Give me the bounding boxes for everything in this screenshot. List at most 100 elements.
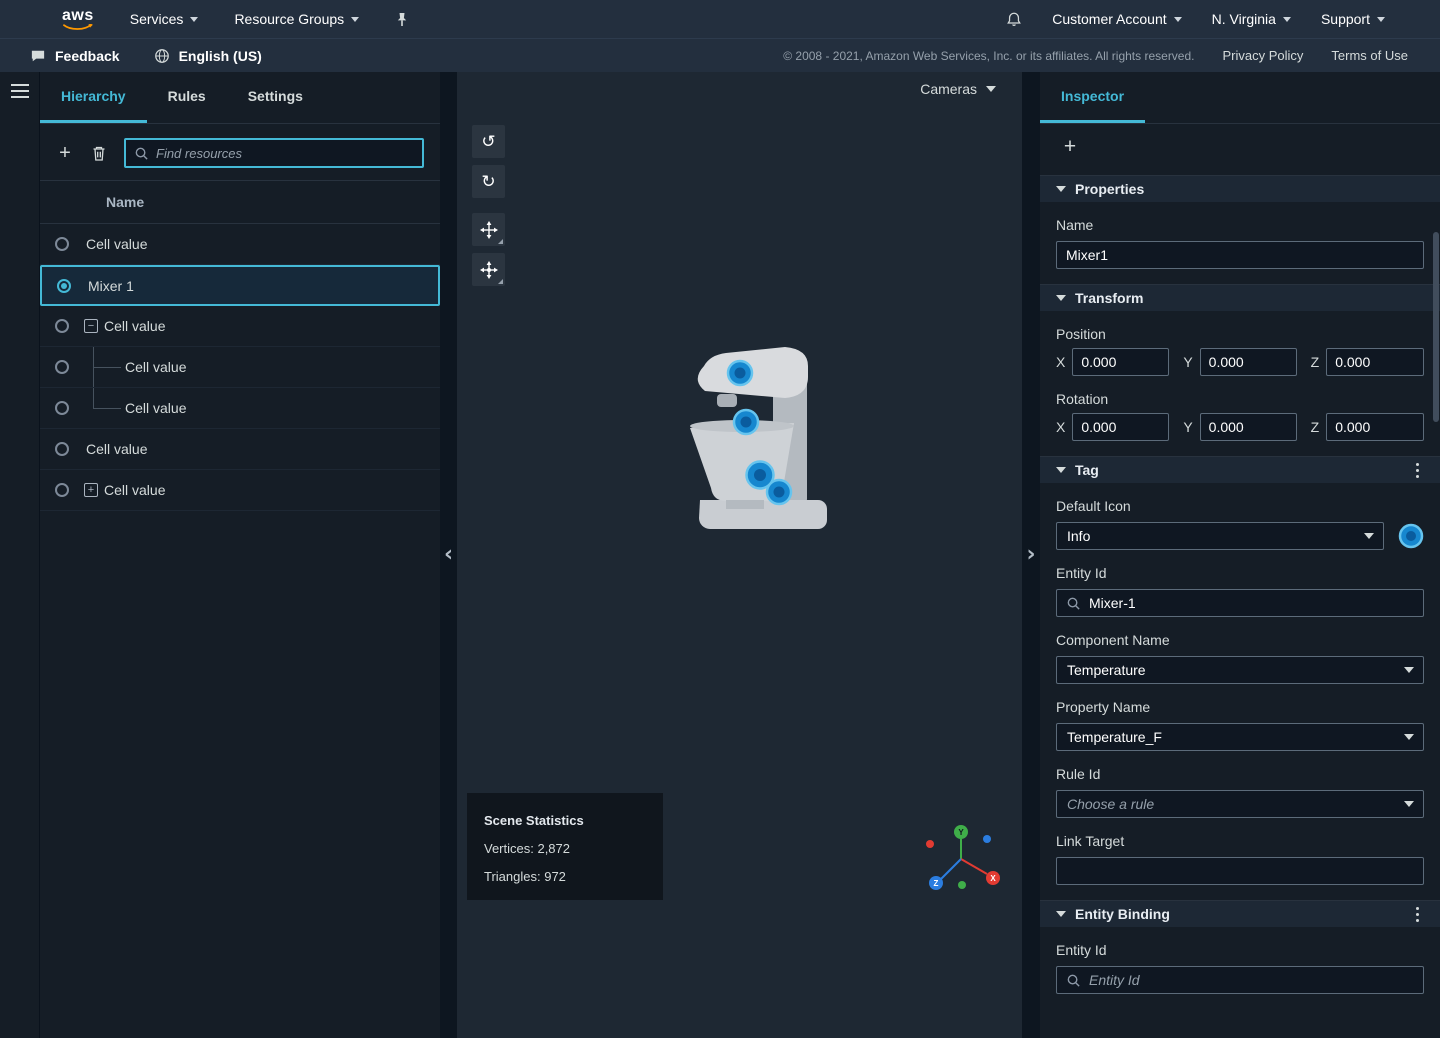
radio-button[interactable] (55, 442, 69, 456)
find-resources-input[interactable] (156, 146, 414, 161)
tab-hierarchy[interactable]: Hierarchy (40, 72, 147, 123)
tag-anchor-icon[interactable] (767, 480, 791, 504)
delete-resource-button[interactable] (84, 138, 114, 168)
radio-button[interactable] (55, 401, 69, 415)
rule-id-field: Rule Id Choose a rule (1056, 766, 1424, 818)
axis-gizmo[interactable]: Y X Z (919, 824, 1003, 898)
radio-button[interactable] (55, 360, 69, 374)
section-collapse-icon (1056, 295, 1066, 301)
property-name-select[interactable]: Temperature_F (1056, 723, 1424, 751)
pin-icon[interactable] (395, 12, 409, 27)
rotation-x-input[interactable] (1072, 413, 1169, 441)
redo-button[interactable]: ↻ (472, 165, 505, 198)
tree-row-child[interactable]: Cell value (40, 347, 440, 388)
radio-button[interactable] (55, 483, 69, 497)
tree-row[interactable]: Cell value (40, 224, 440, 265)
expand-node-icon[interactable]: + (84, 483, 98, 497)
rotation-z-input[interactable] (1326, 413, 1424, 441)
mixer-3d-model[interactable] (670, 340, 840, 540)
nav-region-selector[interactable]: N. Virginia (1212, 11, 1291, 27)
radio-button[interactable] (55, 319, 69, 333)
scene-3d-viewport[interactable]: Cameras ↺ ↻ (457, 72, 1022, 1038)
axis-neg-y-dot[interactable] (958, 881, 966, 889)
rotation-z-label: Z (1311, 419, 1320, 435)
nav-support-menu[interactable]: Support (1321, 11, 1385, 27)
axis-neg-x-dot[interactable] (926, 840, 934, 848)
tree-row[interactable]: − Cell value (40, 306, 440, 347)
position-x-input[interactable] (1072, 348, 1169, 376)
default-icon-row: Info (1056, 522, 1424, 550)
privacy-policy-link[interactable]: Privacy Policy (1223, 48, 1304, 63)
tag-entity-id-input[interactable] (1089, 595, 1414, 611)
axis-y-handle[interactable]: Y (954, 825, 968, 839)
add-component-button[interactable]: + (1057, 134, 1083, 160)
name-input[interactable] (1056, 241, 1424, 269)
svg-text:Z: Z (934, 879, 939, 888)
feedback-button[interactable]: Feedback (30, 48, 120, 64)
find-resources-search[interactable] (124, 138, 424, 168)
axis-neg-z-dot[interactable] (983, 835, 991, 843)
tab-settings[interactable]: Settings (227, 72, 324, 123)
entity-binding-menu-kebab-icon[interactable] (1410, 906, 1424, 922)
hierarchy-tree: Cell value Mixer 1 − Cell value Cell val… (40, 224, 440, 1038)
pan-arrows-icon (480, 261, 498, 279)
panel-divider-left: ‹ (440, 72, 457, 1038)
tag-anchor-icon[interactable] (728, 361, 752, 385)
position-y-input[interactable] (1200, 348, 1297, 376)
inspector-scrollbar[interactable] (1433, 232, 1439, 422)
component-name-select[interactable]: Temperature (1056, 656, 1424, 684)
undo-button[interactable]: ↺ (472, 125, 505, 158)
radio-button[interactable] (55, 237, 69, 251)
chevron-down-icon (1404, 734, 1414, 740)
tree-row[interactable]: + Cell value (40, 470, 440, 511)
properties-section-header[interactable]: Properties (1040, 175, 1440, 202)
nav-resource-groups[interactable]: Resource Groups (234, 11, 359, 27)
tab-inspector-label: Inspector (1061, 88, 1124, 104)
language-selector[interactable]: English (US) (154, 48, 262, 64)
transform-section-title: Transform (1075, 290, 1143, 306)
aws-logo[interactable]: aws (62, 8, 94, 31)
binding-entity-id-input[interactable] (1089, 972, 1414, 988)
tree-row-selected[interactable]: Mixer 1 (40, 265, 440, 306)
translate-tool-button[interactable] (472, 213, 505, 246)
nav-services[interactable]: Services (130, 11, 199, 27)
chevron-down-icon (1283, 17, 1291, 22)
pan-tool-button[interactable] (472, 253, 505, 286)
search-icon (1066, 973, 1081, 988)
vertices-stat: Vertices: 2,872 (484, 841, 663, 856)
tree-row-child[interactable]: Cell value (40, 388, 440, 429)
collapse-node-icon[interactable]: − (84, 319, 98, 333)
add-resource-button[interactable]: + (50, 138, 80, 168)
tag-menu-kebab-icon[interactable] (1410, 462, 1424, 478)
nav-support-label: Support (1321, 11, 1370, 27)
chevron-down-icon (1404, 801, 1414, 807)
tab-inspector[interactable]: Inspector (1040, 72, 1145, 123)
radio-button-checked[interactable] (57, 279, 71, 293)
tag-section-header[interactable]: Tag (1040, 456, 1440, 483)
tree-row[interactable]: Cell value (40, 429, 440, 470)
menu-icon[interactable] (11, 84, 29, 102)
link-target-input[interactable] (1056, 857, 1424, 885)
tab-rules[interactable]: Rules (147, 72, 227, 123)
tag-entity-id-search[interactable] (1056, 589, 1424, 617)
entity-binding-section-header[interactable]: Entity Binding (1040, 900, 1440, 927)
cameras-dropdown[interactable]: Cameras (920, 81, 996, 97)
collapse-right-panel-button[interactable]: › (1026, 542, 1035, 567)
transform-section-header[interactable]: Transform (1040, 284, 1440, 311)
nav-account-menu[interactable]: Customer Account (1052, 11, 1181, 27)
tag-info-icon-preview (1398, 523, 1424, 549)
link-target-field: Link Target (1056, 833, 1424, 885)
default-icon-select[interactable]: Info (1056, 522, 1384, 550)
binding-entity-id-search[interactable] (1056, 966, 1424, 994)
rule-id-select[interactable]: Choose a rule (1056, 790, 1424, 818)
collapse-left-panel-button[interactable]: ‹ (444, 542, 453, 567)
axis-z-handle[interactable]: Z (929, 876, 943, 890)
tag-anchor-icon[interactable] (734, 410, 758, 434)
axis-x-handle[interactable]: X (986, 871, 1000, 885)
notifications-bell-icon[interactable] (1006, 11, 1022, 28)
position-z-input[interactable] (1326, 348, 1424, 376)
rotation-y-input[interactable] (1200, 413, 1297, 441)
terms-of-use-link[interactable]: Terms of Use (1331, 48, 1408, 63)
tree-row-label: Cell value (125, 400, 186, 416)
svg-text:Y: Y (958, 828, 964, 837)
